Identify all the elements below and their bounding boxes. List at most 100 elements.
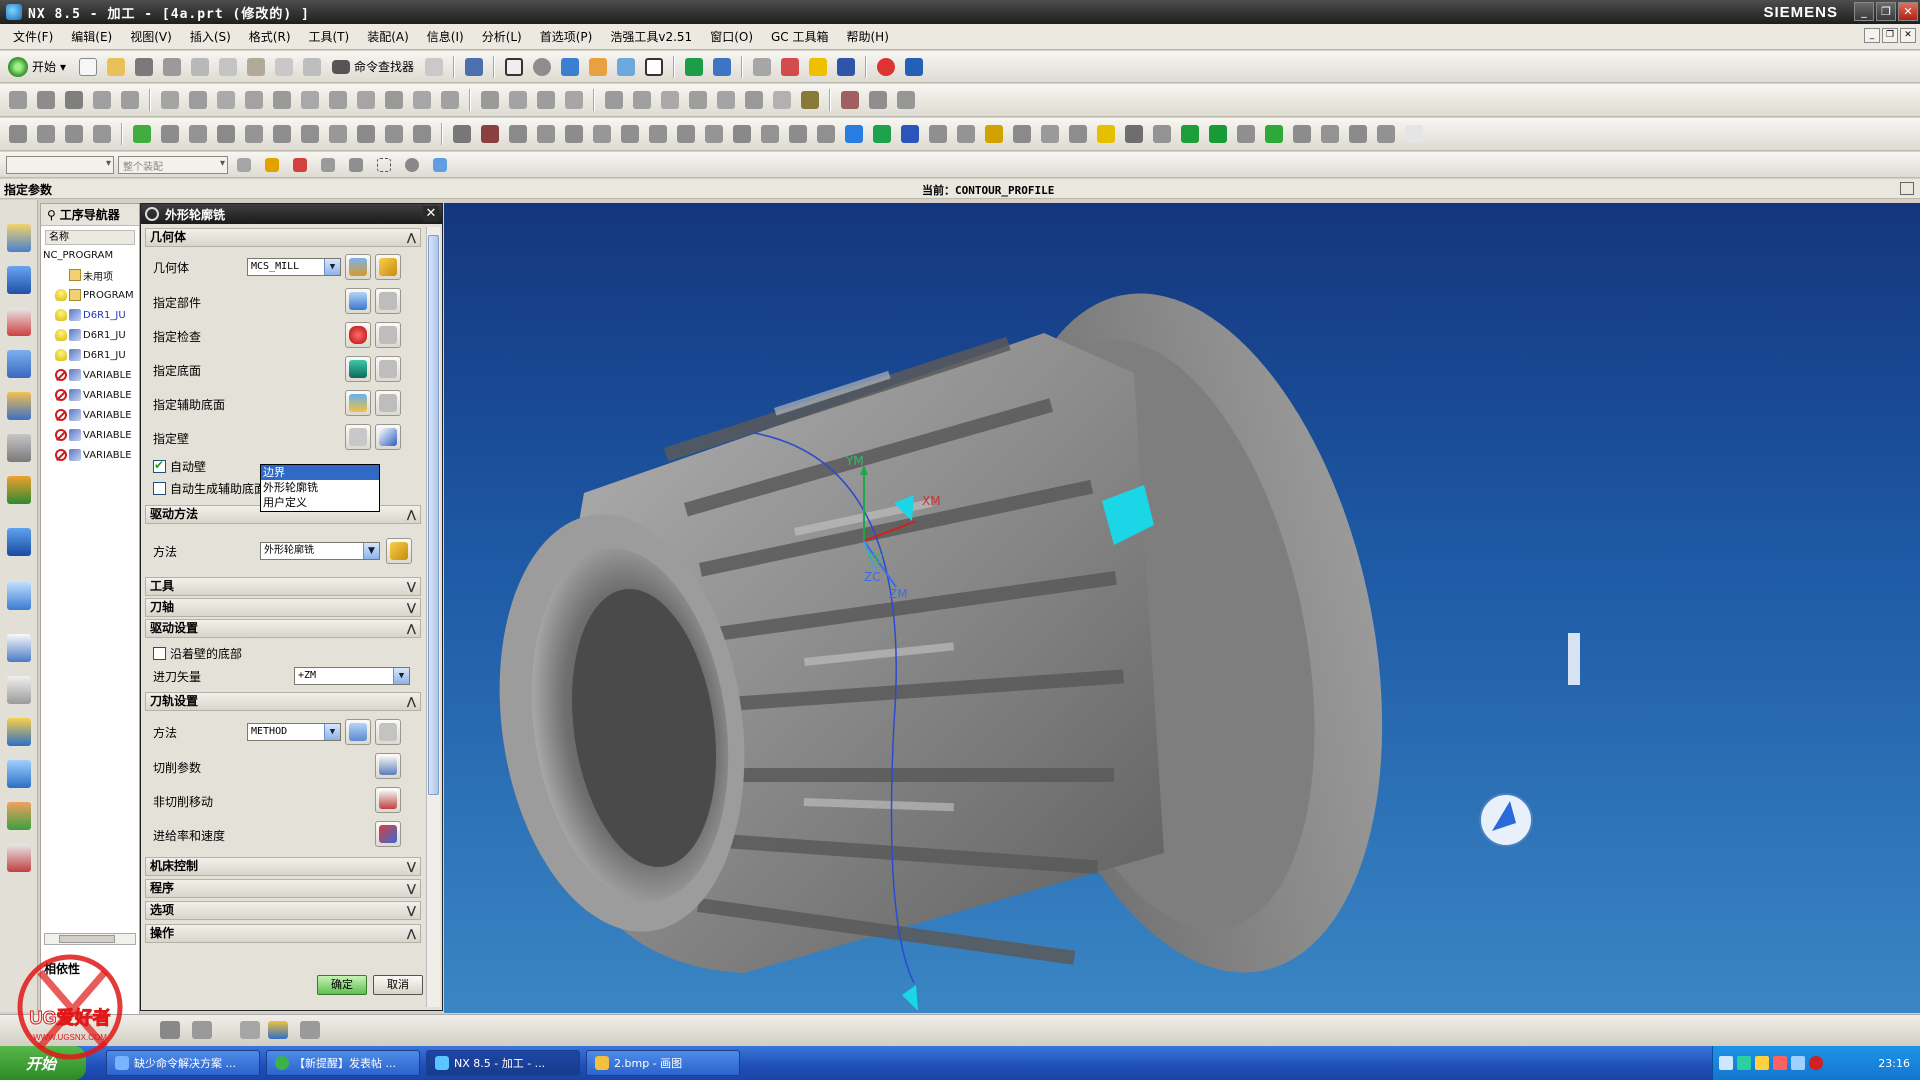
system-scenes-icon[interactable] (7, 844, 31, 872)
tree-node[interactable]: 未用项 (41, 265, 139, 285)
pattern-button[interactable] (506, 122, 530, 146)
save-button[interactable] (132, 55, 156, 79)
part-icon[interactable] (240, 1021, 260, 1039)
close-window-button[interactable]: ✕ (1898, 2, 1918, 21)
face-rules-button[interactable] (344, 153, 368, 177)
layer-object-button[interactable] (798, 88, 822, 112)
chamfer-button[interactable] (410, 122, 434, 146)
info-button[interactable] (462, 55, 486, 79)
part-navigator-icon[interactable] (7, 308, 31, 336)
edit-drive-method-button[interactable] (386, 538, 412, 564)
trim-sheet-button[interactable] (1318, 122, 1342, 146)
edit-object-button[interactable] (478, 88, 502, 112)
tree-node[interactable]: VARIABLE (41, 385, 139, 405)
dialog-scrollbar[interactable] (426, 227, 440, 1007)
rotate-view-button[interactable] (530, 55, 554, 79)
view-orientation-icon[interactable] (1479, 633, 1580, 847)
surface-button[interactable] (1038, 122, 1062, 146)
drive-method-combo[interactable]: 外形轮廓铣 ▼ (260, 542, 380, 560)
edit-geometry-button[interactable] (375, 254, 401, 280)
update-icon[interactable] (1791, 1056, 1805, 1070)
wcs-orient-button[interactable] (710, 55, 734, 79)
move-face-button[interactable] (870, 122, 894, 146)
snap-button[interactable] (806, 55, 830, 79)
dialog-scrollbar-thumb[interactable] (428, 235, 439, 795)
drive-option-user-defined[interactable]: 用户定义 (261, 495, 379, 510)
roles-icon[interactable] (7, 802, 31, 830)
tree-node[interactable]: VARIABLE (41, 405, 139, 425)
resize-face-button[interactable] (954, 122, 978, 146)
chevron-down-icon[interactable]: ▼ (363, 543, 379, 559)
along-wall-bottom-check[interactable] (153, 647, 166, 660)
filter-settings-button[interactable] (232, 153, 256, 177)
layer-settings-button[interactable] (750, 55, 774, 79)
sew-button[interactable] (1346, 122, 1370, 146)
pin-icon[interactable]: ⚲ (47, 208, 56, 222)
menu-edit[interactable]: 编辑(E) (62, 28, 121, 45)
cut-object-button[interactable] (506, 88, 530, 112)
section-program[interactable]: 程序 ⋁ (145, 879, 421, 898)
copy-button[interactable] (216, 55, 240, 79)
section-path-settings[interactable]: 刀轨设置 ⋀ (145, 692, 421, 711)
delete-face-button[interactable] (1010, 122, 1034, 146)
feeds-speeds-button[interactable] (375, 821, 401, 847)
maximize-graphics-icon[interactable] (1900, 182, 1914, 195)
chevron-up-icon[interactable]: ⋀ (407, 620, 416, 637)
feed-vector-combo[interactable]: +ZM ▼ (294, 667, 410, 685)
blend-surface-button[interactable] (1122, 122, 1146, 146)
antivirus-icon[interactable] (1809, 1056, 1823, 1070)
selection-scope-combo[interactable]: 整个装配 (118, 155, 228, 174)
restore-button[interactable]: ❐ (1876, 2, 1896, 21)
feature-process-button[interactable] (894, 88, 918, 112)
box-select-button[interactable] (372, 153, 396, 177)
snap-point-button[interactable] (260, 153, 284, 177)
edge-blend-button[interactable] (786, 122, 810, 146)
chevron-up-icon[interactable]: ⋀ (407, 506, 416, 523)
create-operation-button[interactable] (118, 88, 142, 112)
pocket-button[interactable] (270, 122, 294, 146)
cylinder-button[interactable] (478, 122, 502, 146)
body-select-button[interactable] (400, 153, 424, 177)
chevron-down-icon[interactable]: ⋁ (407, 902, 416, 919)
menu-help[interactable]: 帮助(H) (838, 28, 898, 45)
replace-face-button[interactable] (926, 122, 950, 146)
slot-button[interactable] (326, 122, 350, 146)
touch-mode-button[interactable] (422, 55, 446, 79)
offset-surface-button[interactable] (1262, 122, 1286, 146)
web-browser-icon[interactable] (7, 582, 31, 610)
display-wall-button[interactable] (375, 424, 401, 450)
chevron-down-icon[interactable]: ⋁ (407, 578, 416, 595)
clock[interactable]: 23:16 (1878, 1057, 1910, 1070)
start-menu-button[interactable]: 开始 ▾ (6, 55, 72, 79)
extrude-button[interactable] (158, 122, 182, 146)
specify-check-button[interactable] (345, 322, 371, 348)
section-geometry[interactable]: 几何体 ⋀ (145, 228, 421, 247)
geometry-combo[interactable]: MCS_MILL ▼ (247, 258, 341, 276)
create-program-button[interactable] (6, 88, 30, 112)
tree-node[interactable]: VARIABLE (41, 425, 139, 445)
doc-close-button[interactable]: ✕ (1900, 28, 1916, 43)
geometry-view-button[interactable] (214, 88, 238, 112)
check-button[interactable] (130, 122, 154, 146)
component-icon[interactable] (268, 1021, 288, 1039)
scrollbar-thumb[interactable] (59, 935, 115, 943)
pad-button[interactable] (298, 122, 322, 146)
new-file-button[interactable] (76, 55, 100, 79)
doc-restore-button[interactable]: ❐ (1882, 28, 1898, 43)
text-button[interactable] (1402, 122, 1426, 146)
cancel-button[interactable]: 取消 (373, 975, 423, 995)
n-sided-button[interactable] (1178, 122, 1202, 146)
create-method-button[interactable] (90, 88, 114, 112)
command-finder-button[interactable]: 命令查找器 (328, 58, 418, 75)
analysis-button[interactable] (778, 55, 802, 79)
offset-region-button[interactable] (982, 122, 1006, 146)
chevron-down-icon[interactable]: ⋁ (407, 599, 416, 616)
tree-node[interactable]: PROGRAM (41, 285, 139, 305)
section-actions[interactable]: 操作 ⋀ (145, 924, 421, 943)
specify-aux-floor-button[interactable] (345, 390, 371, 416)
edit-method-button[interactable] (375, 719, 401, 745)
dialog-title-bar[interactable]: 外形轮廓铣 ✕ (141, 204, 442, 224)
operation-navigator-icon[interactable] (7, 350, 31, 378)
security-icon[interactable] (1773, 1056, 1787, 1070)
non-cut-moves-button[interactable] (375, 787, 401, 813)
